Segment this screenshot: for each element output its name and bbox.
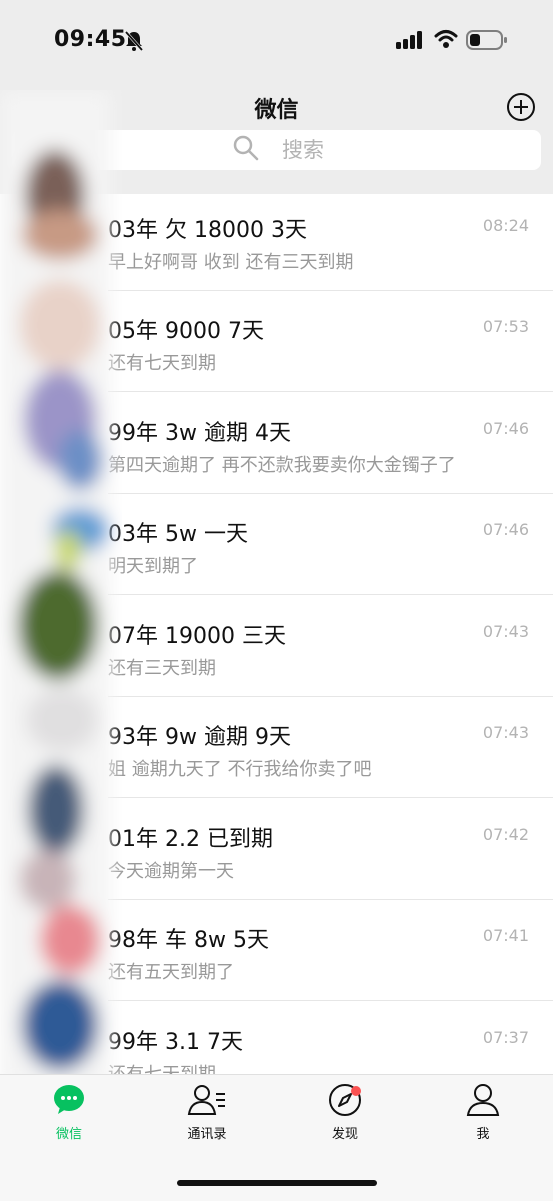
- divider: [108, 594, 553, 595]
- chat-time: 08:24: [482, 216, 529, 235]
- search-area: 搜索: [0, 130, 553, 194]
- tab-label: 通讯录: [187, 1127, 227, 1142]
- plus-circle-icon: [507, 93, 535, 121]
- chat-bubble-icon: [54, 1085, 84, 1114]
- divider: [108, 391, 553, 392]
- home-indicator[interactable]: [177, 1180, 377, 1186]
- wifi-icon: [434, 28, 458, 54]
- chat-time: 07:46: [482, 419, 529, 438]
- chat-last-message: 还有五天到期了: [108, 962, 234, 983]
- chat-time: 07:37: [482, 1028, 529, 1047]
- divider: [108, 797, 553, 798]
- chat-row[interactable]: 03年 5w 一天 明天到期了 07:46: [0, 494, 553, 595]
- tab-me[interactable]: 我: [433, 1083, 533, 1153]
- chat-row[interactable]: 05年 9000 7天 还有七天到期 07:53: [0, 291, 553, 392]
- add-button[interactable]: [506, 92, 536, 122]
- battery-icon: [466, 30, 508, 54]
- chat-name: 03年 欠 18000 3天: [108, 218, 307, 243]
- chat-time: 07:43: [482, 723, 529, 742]
- person-icon: [466, 1084, 500, 1116]
- chat-row[interactable]: 03年 欠 18000 3天 早上好啊哥 收到 还有三天到期 08:24: [0, 190, 553, 291]
- search-input[interactable]: 搜索: [12, 130, 541, 170]
- chat-last-message: 还有三天到期: [108, 658, 216, 679]
- chat-name: 98年 车 8w 5天: [108, 928, 269, 953]
- chat-name: 93年 9w 逾期 9天: [108, 725, 291, 750]
- chat-row[interactable]: 93年 9w 逾期 9天 姐 逾期九天了 不行我给你卖了吧 07:43: [0, 697, 553, 798]
- chat-name: 99年 3.1 7天: [108, 1030, 243, 1055]
- chat-time: 07:41: [482, 926, 529, 945]
- tab-label: 我: [476, 1127, 490, 1142]
- search-placeholder: 搜索: [282, 138, 324, 162]
- notification-dot: [351, 1086, 361, 1096]
- page-title: 微信: [254, 98, 299, 123]
- chat-time: 07:46: [482, 520, 529, 539]
- chat-name: 03年 5w 一天: [108, 522, 248, 547]
- bell-muted-icon: [124, 30, 144, 56]
- tab-label: 微信: [55, 1127, 82, 1142]
- tab-contacts[interactable]: 通讯录: [157, 1083, 257, 1153]
- chat-last-message: 姐 逾期九天了 不行我给你卖了吧: [108, 759, 372, 780]
- chat-time: 07:42: [482, 825, 529, 844]
- tab-discover[interactable]: 发现: [295, 1083, 395, 1153]
- chat-last-message: 明天到期了: [108, 556, 198, 577]
- chat-row[interactable]: 01年 2.2 已到期 今天逾期第一天 07:42: [0, 799, 553, 900]
- chat-last-message: 还有七天到期: [108, 353, 216, 374]
- chat-name: 07年 19000 三天: [108, 624, 286, 649]
- tab-label: 发现: [331, 1127, 358, 1142]
- cellular-signal-icon: [396, 31, 424, 53]
- chat-last-message: 第四天逾期了 再不还款我要卖你大金镯子了: [108, 455, 456, 476]
- chat-name: 05年 9000 7天: [108, 319, 264, 344]
- chat-name: 01年 2.2 已到期: [108, 827, 273, 852]
- search-icon: [232, 134, 260, 166]
- tab-chats[interactable]: 微信: [19, 1083, 119, 1153]
- chat-last-message: 今天逾期第一天: [108, 861, 234, 882]
- chat-time: 07:43: [482, 622, 529, 641]
- chat-name: 99年 3w 逾期 4天: [108, 421, 291, 446]
- chat-last-message: 早上好啊哥 收到 还有三天到期: [108, 252, 354, 273]
- chat-row[interactable]: 07年 19000 三天 还有三天到期 07:43: [0, 596, 553, 697]
- chat-row[interactable]: 99年 3w 逾期 4天 第四天逾期了 再不还款我要卖你大金镯子了 07:46: [0, 393, 553, 494]
- chat-time: 07:53: [482, 317, 529, 336]
- contacts-icon: [187, 1085, 225, 1115]
- divider: [108, 1000, 553, 1001]
- status-bar: 09:45: [0, 0, 553, 80]
- chat-row[interactable]: 98年 车 8w 5天 还有五天到期了 07:41: [0, 900, 553, 1001]
- status-time: 09:45: [54, 27, 127, 52]
